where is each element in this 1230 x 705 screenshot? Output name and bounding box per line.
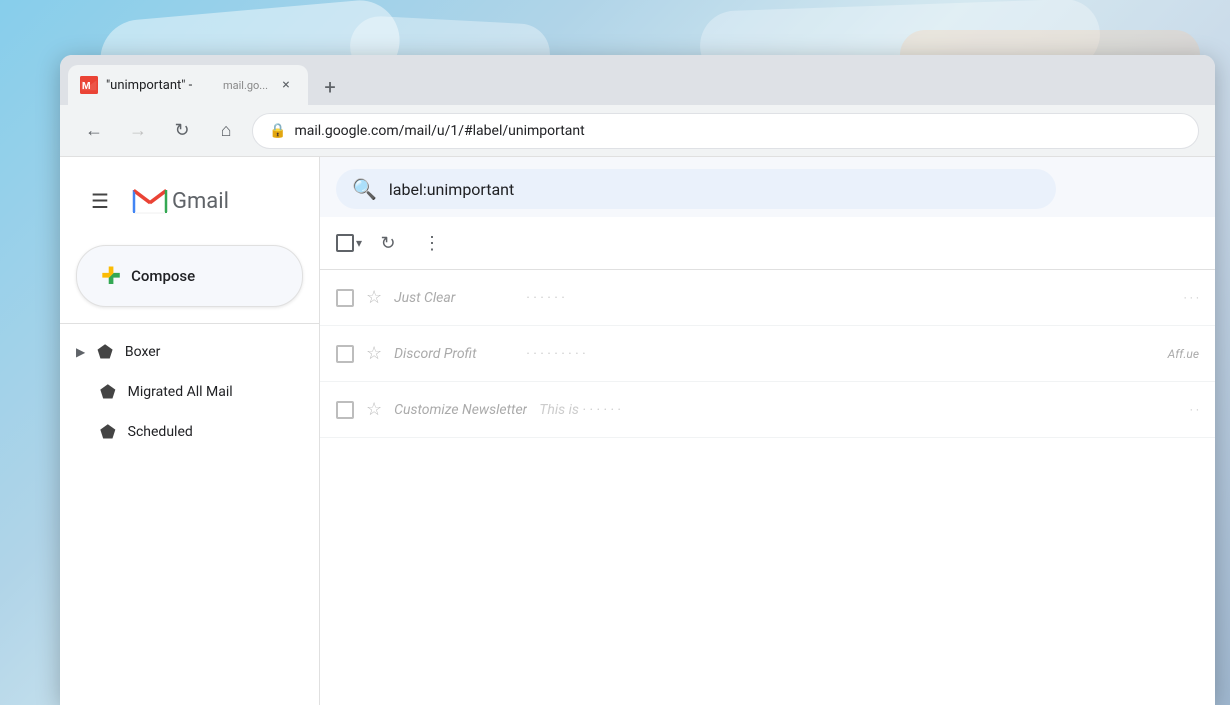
refresh-button[interactable]: ↻ <box>164 113 200 149</box>
email-snippet-3: This is · · · · · · <box>539 402 1177 418</box>
email-time-1: · · · <box>1184 291 1199 305</box>
search-query-text: label:unimportant <box>389 180 514 199</box>
navigation-bar: ← → ↻ ⌂ 🔒 mail.google.com/mail/u/1/#labe… <box>60 105 1215 157</box>
email-row-2[interactable]: ☆ Discord Profit · · · · · · · · · Aff.u… <box>320 326 1215 382</box>
sidebar-item-migrated-all-mail[interactable]: ⬟ Migrated All Mail <box>60 372 319 412</box>
search-icon: 🔍 <box>352 177 377 201</box>
active-tab[interactable]: M "unimportant" - mail.go... × <box>68 65 308 105</box>
gmail-m-logo <box>132 187 168 215</box>
gmail-logo: Gmail <box>132 187 229 215</box>
main-email-area: 🔍 label:unimportant ▾ ↻ ⋮ ☆ Just <box>320 157 1215 705</box>
migrated-label-icon: ⬟ <box>100 382 116 403</box>
home-button[interactable]: ⌂ <box>208 113 244 149</box>
email-toolbar: ▾ ↻ ⋮ <box>320 217 1215 270</box>
tab-title: "unimportant" - <box>106 78 215 93</box>
tab-close-button[interactable]: × <box>276 75 296 95</box>
tab-domain: mail.go... <box>223 79 268 92</box>
compose-label: Compose <box>131 267 195 285</box>
gmail-content: ☰ Gmail <box>60 157 1215 705</box>
gmail-header: ☰ Gmail <box>60 165 319 237</box>
url-text: mail.google.com/mail/u/1/#label/unimport… <box>294 123 584 139</box>
email-row-3[interactable]: ☆ Customize Newsletter This is · · · · ·… <box>320 382 1215 438</box>
migrated-all-mail-label: Migrated All Mail <box>128 384 233 400</box>
search-bar[interactable]: 🔍 label:unimportant <box>336 169 1056 209</box>
email-checkbox-1[interactable] <box>336 289 354 307</box>
more-options-button[interactable]: ⋮ <box>414 225 450 261</box>
email-time-2: Aff.ue <box>1168 347 1199 361</box>
email-sender-2: Discord Profit <box>394 346 514 362</box>
email-star-2[interactable]: ☆ <box>366 343 382 364</box>
email-checkbox-3[interactable] <box>336 401 354 419</box>
gmail-logo-text: Gmail <box>172 189 229 214</box>
back-button[interactable]: ← <box>76 113 112 149</box>
hamburger-button[interactable]: ☰ <box>80 181 120 221</box>
refresh-emails-button[interactable]: ↻ <box>370 225 406 261</box>
forward-button: → <box>120 113 156 149</box>
lock-icon: 🔒 <box>269 123 286 139</box>
sidebar-item-boxer[interactable]: ▶ ⬟ Boxer <box>60 332 319 372</box>
tab-bar: M "unimportant" - mail.go... × + <box>60 55 1215 105</box>
svg-text:M: M <box>82 80 91 92</box>
sidebar-divider <box>60 323 319 324</box>
email-star-3[interactable]: ☆ <box>366 399 382 420</box>
tab-gmail-icon: M <box>80 76 98 94</box>
email-star-1[interactable]: ☆ <box>366 287 382 308</box>
email-list: ☆ Just Clear · · · · · · · · · ☆ Discord… <box>320 270 1215 705</box>
address-bar[interactable]: 🔒 mail.google.com/mail/u/1/#label/unimpo… <box>252 113 1199 149</box>
boxer-label: Boxer <box>125 344 161 360</box>
email-snippet-1: · · · · · · <box>526 290 1172 306</box>
email-checkbox-2[interactable] <box>336 345 354 363</box>
checkbox-dropdown-arrow: ▾ <box>356 236 362 250</box>
scheduled-label: Scheduled <box>128 424 193 440</box>
compose-button[interactable]: ✚ Compose <box>76 245 303 307</box>
select-all-checkbox[interactable]: ▾ <box>336 234 362 252</box>
sidebar-item-scheduled[interactable]: ⬟ Scheduled <box>60 412 319 452</box>
email-row[interactable]: ☆ Just Clear · · · · · · · · · <box>320 270 1215 326</box>
browser-window: M "unimportant" - mail.go... × + ← → ↻ ⌂… <box>60 55 1215 705</box>
email-time-3: · · <box>1190 403 1199 417</box>
scheduled-label-icon: ⬟ <box>100 422 116 443</box>
checkbox-square <box>336 234 354 252</box>
sidebar: ☰ Gmail <box>60 157 320 705</box>
boxer-expand-icon: ▶ <box>76 345 85 359</box>
email-sender-3: Customize Newsletter <box>394 402 527 418</box>
search-bar-area: 🔍 label:unimportant <box>320 157 1215 217</box>
boxer-label-icon: ⬟ <box>97 342 113 363</box>
new-tab-button[interactable]: + <box>312 69 348 105</box>
email-snippet-2: · · · · · · · · · <box>526 346 1156 362</box>
compose-plus-icon: ✚ <box>101 262 121 290</box>
email-sender-1: Just Clear <box>394 290 514 306</box>
